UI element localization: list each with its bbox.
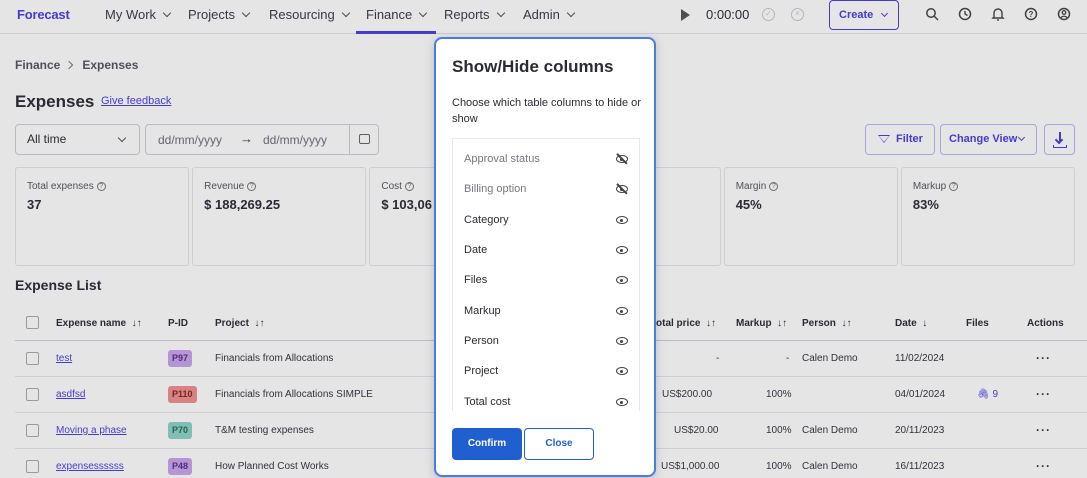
- column-name: Project: [464, 365, 499, 377]
- eye-icon[interactable]: [616, 367, 628, 375]
- column-item-category[interactable]: Category: [453, 205, 639, 235]
- eye-icon[interactable]: [616, 246, 628, 254]
- column-item-date[interactable]: Date: [453, 235, 639, 265]
- column-name: Billing option: [464, 183, 527, 195]
- column-item-project[interactable]: Project: [453, 356, 639, 386]
- modal-description: Choose which table columns to hide or sh…: [452, 97, 641, 125]
- eye-off-icon[interactable]: [616, 185, 628, 193]
- column-item-files[interactable]: Files: [453, 265, 639, 295]
- eye-icon[interactable]: [616, 337, 628, 345]
- eye-off-icon[interactable]: [616, 155, 628, 163]
- eye-icon[interactable]: [616, 307, 628, 315]
- column-name: Date: [464, 244, 488, 256]
- column-name: Person: [464, 335, 499, 347]
- column-name: Files: [464, 274, 488, 286]
- close-button[interactable]: Close: [524, 428, 594, 460]
- column-item-approval-status[interactable]: Approval status: [453, 144, 639, 174]
- column-name: Markup: [464, 305, 501, 317]
- eye-icon[interactable]: [616, 276, 628, 284]
- column-item-person[interactable]: Person: [453, 326, 639, 356]
- eye-icon[interactable]: [616, 398, 628, 406]
- eye-icon[interactable]: [616, 216, 628, 224]
- confirm-button[interactable]: Confirm: [452, 428, 522, 460]
- column-name: Approval status: [464, 153, 540, 165]
- modal-title: Show/Hide columns: [452, 57, 614, 76]
- column-item-markup[interactable]: Markup: [453, 296, 639, 326]
- column-name: Total cost: [464, 396, 511, 408]
- column-item-total-cost[interactable]: Total cost: [453, 387, 639, 411]
- column-visibility-list: Approval status Billing option Category …: [452, 138, 640, 411]
- show-hide-columns-modal: Show/Hide columns Choose which table col…: [434, 37, 656, 477]
- column-name: Category: [464, 214, 509, 226]
- column-item-billing-option[interactable]: Billing option: [453, 174, 639, 204]
